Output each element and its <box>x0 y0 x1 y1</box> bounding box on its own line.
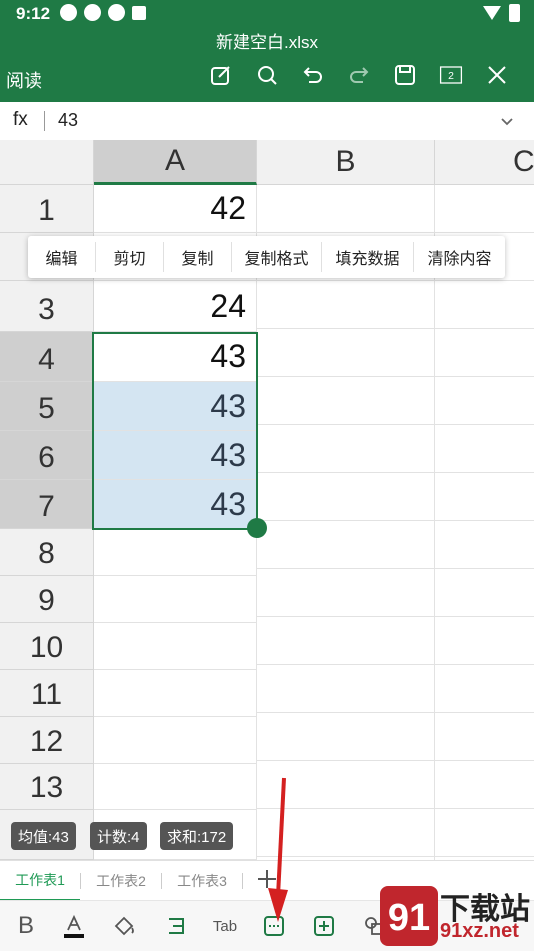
svg-text:91: 91 <box>388 897 430 939</box>
wifi-icon <box>483 6 501 20</box>
header-toolbar: 2 <box>198 60 520 90</box>
cell-a12[interactable] <box>94 717 257 764</box>
cell-context-menu: 编辑 剪切 复制 复制格式 填充数据 清除内容 <box>28 236 505 278</box>
notification-icon <box>84 4 101 21</box>
row-header[interactable]: 12 <box>0 717 94 764</box>
menu-copy[interactable]: 复制 <box>164 242 232 272</box>
row-header[interactable]: 1 <box>0 185 94 233</box>
tab-icon: Tab <box>212 917 238 935</box>
formula-bar: fx 43 <box>0 102 534 141</box>
column-header-c[interactable]: C <box>435 140 534 185</box>
sheets-icon: 2 <box>439 66 463 84</box>
row-header[interactable]: 6 <box>0 431 94 480</box>
formula-input[interactable]: 43 <box>58 110 78 131</box>
row-header[interactable]: 5 <box>0 382 94 431</box>
menu-cut[interactable]: 剪切 <box>96 242 164 272</box>
align-icon <box>169 918 184 934</box>
formula-divider <box>44 111 45 131</box>
menu-edit[interactable]: 编辑 <box>28 242 96 272</box>
stat-sum: 求和:172 <box>160 822 234 850</box>
sheet-count-badge: 2 <box>448 71 454 82</box>
cell-a8[interactable] <box>94 529 257 576</box>
watermark-logo: 91 <box>380 886 438 946</box>
notification-icons <box>60 4 146 21</box>
insert-button[interactable] <box>308 910 340 942</box>
cell-a13[interactable] <box>94 764 257 810</box>
read-mode-toggle[interactable]: 阅读 <box>6 67 42 93</box>
save-button[interactable] <box>382 60 428 90</box>
font-color-icon <box>64 914 84 938</box>
bold-icon: B <box>17 912 34 939</box>
column-b-cells[interactable] <box>257 185 435 860</box>
fill-handle[interactable] <box>247 518 267 538</box>
edit-button[interactable] <box>198 60 244 90</box>
row-header[interactable]: 3 <box>0 281 94 332</box>
corner-header[interactable] <box>0 140 94 185</box>
stat-average: 均值:43 <box>11 822 76 850</box>
status-time: 9:12 <box>16 4 51 23</box>
notification-icon <box>132 6 146 20</box>
fill-color-icon <box>114 916 134 936</box>
bold-button[interactable]: B <box>10 910 42 942</box>
tab-button[interactable]: Tab <box>208 910 242 942</box>
save-icon <box>395 65 415 85</box>
row-header[interactable]: 10 <box>0 623 94 670</box>
cell-a3[interactable]: 24 <box>94 281 257 332</box>
column-header-b[interactable]: B <box>257 140 435 185</box>
cell-a11[interactable] <box>94 670 257 717</box>
fill-color-button[interactable] <box>108 910 140 942</box>
redo-icon <box>350 67 369 83</box>
sheet-tab-3[interactable]: 工作表3 <box>162 861 242 901</box>
app-header: 9:12 新建空白.xlsx 阅读 2 <box>0 0 534 102</box>
selection-range <box>92 332 258 530</box>
sheet-tab-2[interactable]: 工作表2 <box>81 861 161 901</box>
row-header[interactable]: 11 <box>0 670 94 717</box>
menu-fill-data[interactable]: 填充数据 <box>322 242 414 272</box>
redo-button[interactable] <box>336 60 382 90</box>
tab-divider <box>242 873 243 889</box>
sheet-tab-1[interactable]: 工作表1 <box>0 861 80 901</box>
notification-icon <box>60 4 77 21</box>
watermark: 91 下载站 91xz.net <box>380 884 534 950</box>
watermark-url: 91xz.net <box>440 920 519 942</box>
row-header[interactable]: 9 <box>0 576 94 623</box>
row-header[interactable]: 4 <box>0 332 94 382</box>
cell-a9[interactable] <box>94 576 257 623</box>
close-icon <box>488 66 506 84</box>
fx-label: fx <box>13 109 28 130</box>
cell-a1[interactable]: 42 <box>94 185 257 233</box>
insert-icon <box>314 916 334 936</box>
menu-copy-format[interactable]: 复制格式 <box>232 242 322 272</box>
row-header[interactable]: 8 <box>0 529 94 576</box>
column-header-a[interactable]: A <box>94 140 257 185</box>
menu-clear-content[interactable]: 清除内容 <box>414 242 505 272</box>
search-icon <box>258 66 277 85</box>
align-button[interactable] <box>160 910 192 942</box>
system-status <box>483 4 520 22</box>
row-header[interactable]: 7 <box>0 480 94 529</box>
row-header[interactable]: 13 <box>0 764 94 810</box>
stat-count: 计数:4 <box>90 822 147 850</box>
undo-icon <box>303 67 322 83</box>
close-button[interactable] <box>474 60 520 90</box>
document-title: 新建空白.xlsx <box>216 33 318 52</box>
annotation-arrow <box>268 777 288 922</box>
battery-icon <box>509 4 520 22</box>
column-c-cells[interactable] <box>435 185 534 860</box>
undo-button[interactable] <box>290 60 336 90</box>
search-button[interactable] <box>244 60 290 90</box>
sheets-button[interactable]: 2 <box>428 60 474 90</box>
font-color-button[interactable] <box>58 910 90 942</box>
notification-icon <box>108 4 125 21</box>
edit-icon <box>211 66 230 85</box>
chevron-down-icon[interactable] <box>498 112 516 130</box>
cell-a10[interactable] <box>94 623 257 670</box>
